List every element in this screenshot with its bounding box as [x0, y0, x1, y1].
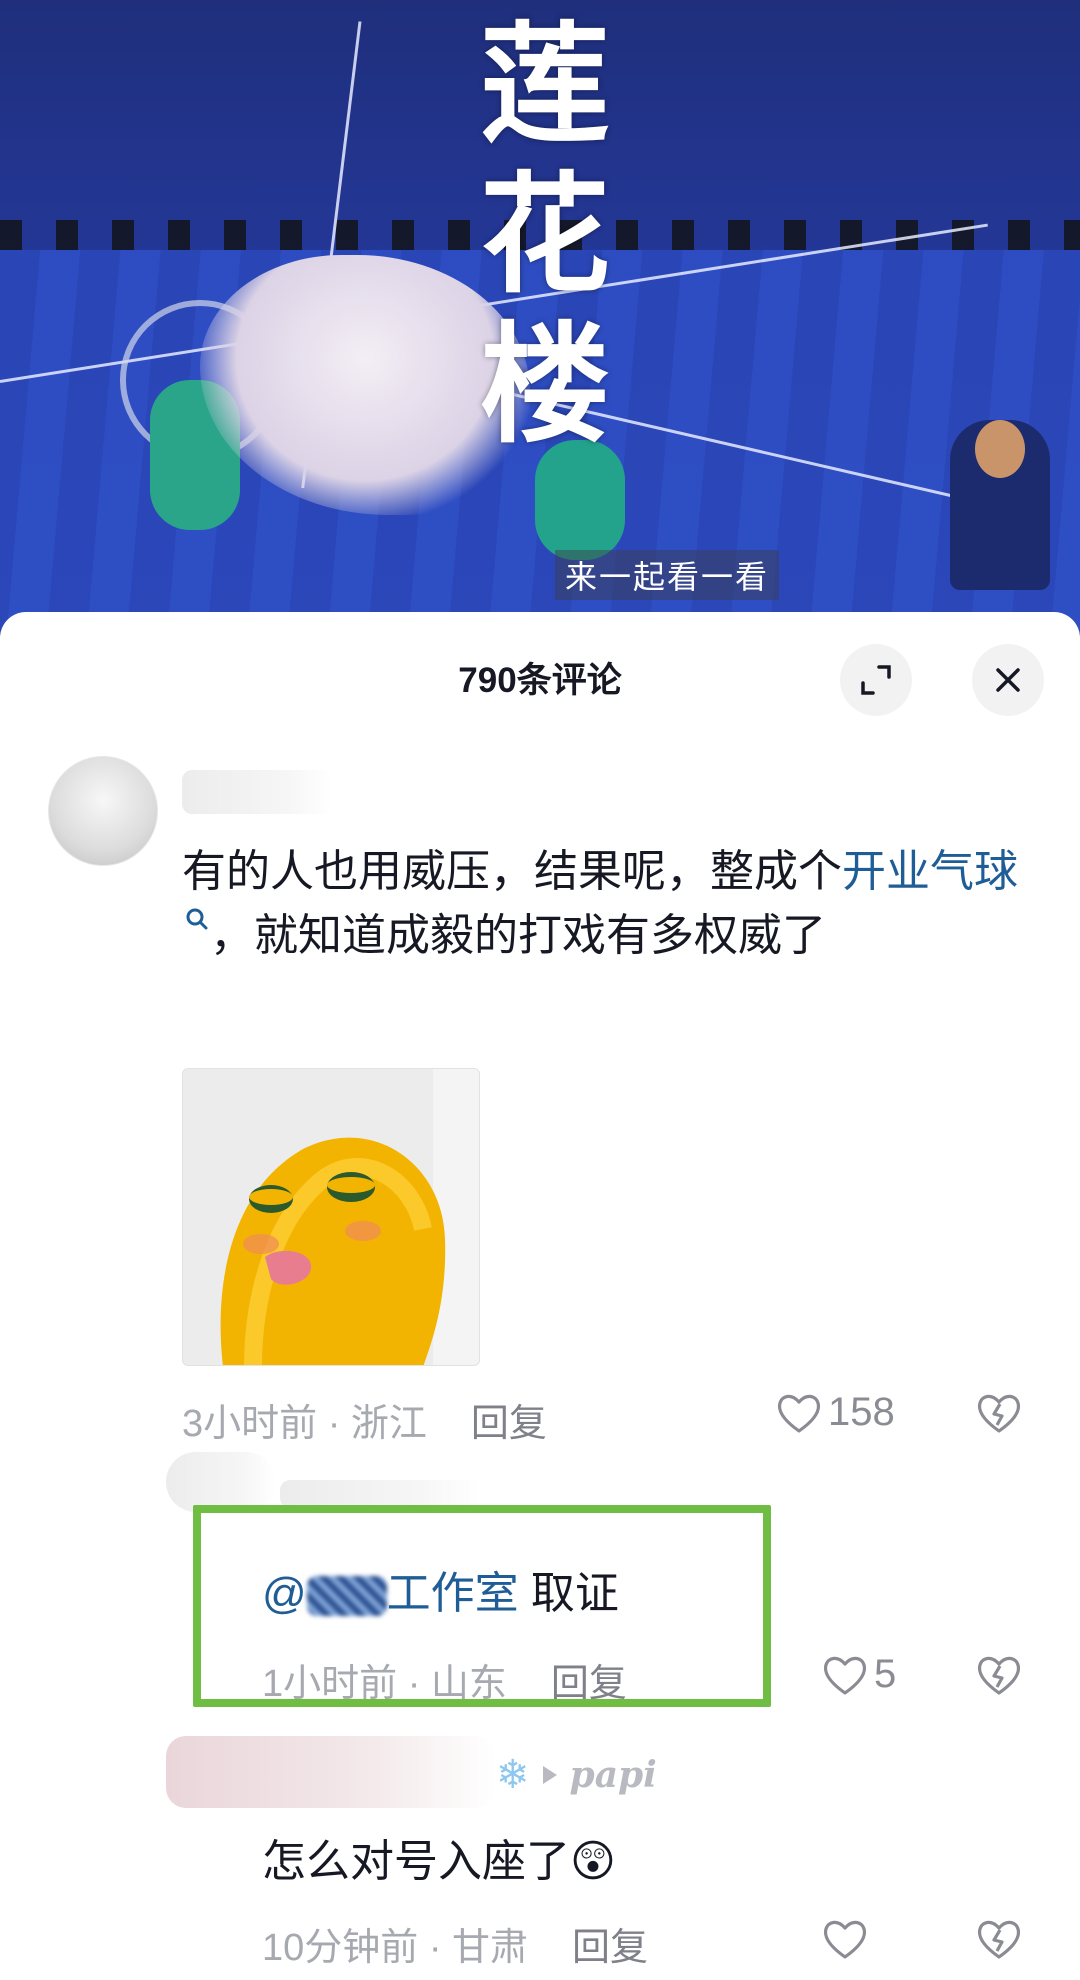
video-subtitle: 来一起看一看	[555, 550, 780, 600]
dislike-button[interactable]	[976, 1654, 1022, 1701]
comment-text-part: ，就知道成毅的打戏有多权威了	[210, 911, 826, 960]
broken-heart-icon	[977, 1920, 1021, 1959]
broken-heart-icon	[977, 1656, 1021, 1695]
reply-name-tags: ❄ papi	[496, 1752, 657, 1798]
title-art-char: 楼	[479, 308, 610, 461]
reply-meta: 10分钟前 · 甘肃 回复	[262, 1916, 648, 1971]
search-link-label: 开业气球	[842, 847, 1018, 896]
reply-avatar-blurred[interactable]	[166, 1452, 276, 1512]
reply-text: 怎么对号入座了	[262, 1837, 570, 1886]
heart-icon	[777, 1394, 821, 1433]
reply-comment-text: 怎么对号入座了😲	[262, 1830, 616, 1894]
comment-text: 有的人也用威压，结果呢，整成个开业气球 ，就知道成毅的打戏有多权威了	[182, 840, 1042, 968]
shocked-emoji-icon: 😲	[570, 1836, 616, 1887]
reply-button[interactable]: 回复	[471, 1403, 547, 1445]
reply-button[interactable]: 回复	[572, 1927, 648, 1969]
like-button[interactable]	[822, 1918, 874, 1960]
name-tag: papi	[569, 1754, 657, 1796]
like-button[interactable]: 5	[822, 1652, 896, 1697]
snowflake-icon: ❄	[496, 1753, 530, 1797]
title-art-char: 花	[479, 158, 610, 311]
like-count: 158	[828, 1390, 895, 1434]
dislike-button[interactable]	[976, 1392, 1022, 1439]
close-icon	[996, 668, 1020, 692]
dislike-button[interactable]	[976, 1918, 1022, 1965]
reply-time-location: 10分钟前 · 甘肃	[262, 1927, 529, 1969]
like-count: 5	[874, 1652, 897, 1696]
username-blurred[interactable]	[182, 770, 332, 814]
comment-text-part: 有的人也用威压，结果呢，整成个	[182, 847, 842, 896]
comment-image-sticker[interactable]	[182, 1068, 480, 1366]
heart-icon	[823, 1920, 867, 1959]
search-icon	[186, 908, 208, 930]
crew-member-head	[975, 420, 1025, 478]
broken-heart-icon	[977, 1394, 1021, 1433]
video-title-art: 莲 花 楼	[455, 10, 635, 480]
video-player[interactable]: 莲 花 楼 来一起看一看	[0, 0, 1080, 640]
avatar[interactable]	[48, 756, 158, 866]
comment-time-location: 3小时前 · 浙江	[182, 1403, 427, 1445]
comment-count-title: 790条评论	[458, 661, 622, 700]
reply-avatar-blurred[interactable]	[166, 1736, 496, 1808]
highlight-box-annotation	[193, 1505, 771, 1707]
title-art-char: 莲	[479, 8, 610, 161]
heart-icon	[823, 1656, 867, 1695]
close-button[interactable]	[972, 644, 1044, 716]
collapse-button[interactable]	[840, 644, 912, 716]
collapse-icon	[861, 665, 891, 695]
duck-image-icon	[183, 1069, 479, 1365]
play-triangle-icon	[542, 1766, 557, 1784]
reply-username-blurred[interactable]	[280, 1480, 480, 1508]
like-button[interactable]: 158	[776, 1390, 895, 1435]
comment-meta: 3小时前 · 浙江 回复	[182, 1392, 547, 1447]
